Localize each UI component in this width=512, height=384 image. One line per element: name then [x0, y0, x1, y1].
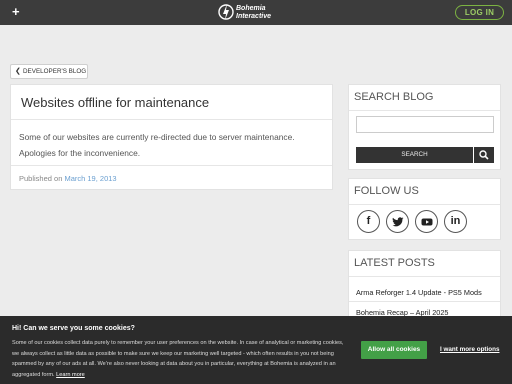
search-icon-button[interactable]	[474, 147, 494, 163]
search-input[interactable]	[356, 116, 494, 133]
back-to-blog-label: DEVELOPER'S BLOG	[23, 68, 87, 75]
plus-icon[interactable]: +	[12, 4, 20, 19]
allow-all-cookies-button[interactable]: Allow all cookies	[361, 341, 427, 359]
search-blog-widget: SEARCH BLOG SEARCH	[348, 84, 501, 170]
follow-us-title: FOLLOW US	[354, 185, 419, 197]
cookie-consent-banner: Hi! Can we serve you some cookies? Some …	[0, 316, 512, 384]
published-prefix: Published on	[19, 174, 63, 183]
divider	[11, 119, 332, 120]
search-button[interactable]: SEARCH	[356, 147, 473, 163]
youtube-play-icon	[421, 218, 433, 226]
more-options-link[interactable]: I want more options	[440, 346, 499, 353]
logo-emblem-icon	[218, 4, 234, 20]
divider	[349, 276, 500, 277]
twitter-icon[interactable]	[386, 210, 409, 233]
divider	[349, 301, 500, 302]
chevron-left-icon: ❮	[15, 68, 21, 75]
divider	[349, 204, 500, 205]
blog-post-card: Websites offline for maintenance Some of…	[10, 84, 333, 190]
brand-line-2: Interactive	[236, 13, 272, 20]
brand-line-1: Bohemia	[236, 5, 266, 12]
twitter-bird-icon	[392, 217, 404, 227]
follow-us-widget: FOLLOW US f in	[348, 178, 501, 240]
divider	[11, 165, 332, 166]
learn-more-link[interactable]: Learn more	[56, 372, 85, 378]
cookie-text: Some of our cookies collect data purely …	[12, 338, 347, 380]
latest-posts-title: LATEST POSTS	[354, 257, 435, 269]
divider	[349, 110, 500, 111]
published-info: Published on March 19, 2013	[19, 174, 117, 183]
search-blog-title: SEARCH BLOG	[354, 91, 434, 103]
bohemia-logo[interactable]: Bohemia Interactive	[218, 2, 298, 23]
cookie-title: Hi! Can we serve you some cookies?	[12, 325, 135, 332]
youtube-icon[interactable]	[415, 210, 438, 233]
published-date[interactable]: March 19, 2013	[64, 174, 116, 183]
linkedin-icon[interactable]: in	[444, 210, 467, 233]
brand-name: Bohemia Interactive	[236, 5, 271, 21]
latest-post-link[interactable]: Arma Reforger 1.4 Update - PS5 Mods	[356, 288, 482, 297]
post-title: Websites offline for maintenance	[21, 95, 210, 110]
back-to-blog-button[interactable]: ❮ DEVELOPER'S BLOG	[10, 64, 88, 79]
search-icon	[479, 150, 489, 160]
post-body: Some of our websites are currently re-di…	[19, 132, 295, 158]
login-button[interactable]: LOG IN	[455, 5, 504, 20]
top-navigation-bar: + Bohemia Interactive LOG IN	[0, 0, 512, 25]
facebook-icon[interactable]: f	[357, 210, 380, 233]
